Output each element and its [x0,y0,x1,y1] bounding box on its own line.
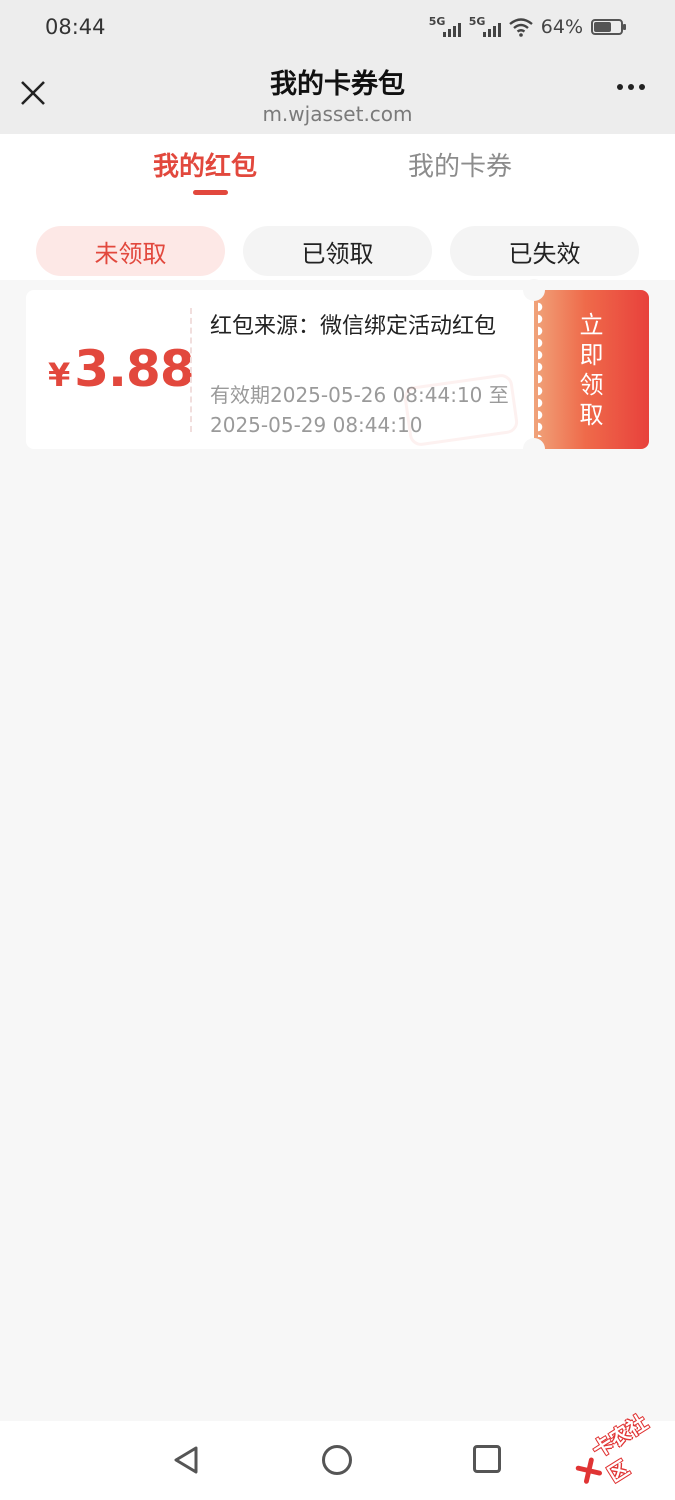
filter-bar: 未领取 已领取 已失效 [36,226,639,276]
battery-icon [591,19,626,35]
tab-bar: 我的红包 我的卡券 未领取 已领取 已失效 [0,134,675,280]
amount-value: 3.88 [74,340,194,398]
coupon-body: ¥ 3.88 红包来源：微信绑定活动红包 有效期2025-05-26 08:44… [26,290,534,449]
tab-active-indicator [193,190,228,195]
page-title: 我的卡券包 [270,69,405,100]
signal-icon-2: 5G [468,15,501,37]
page-url: m.wjasset.com [262,102,413,126]
tab-coupons[interactable]: 我的卡券 [408,146,512,183]
filter-expired[interactable]: 已失效 [450,226,639,276]
wifi-icon [509,18,533,37]
recent-apps-icon[interactable] [473,1445,501,1473]
coupon-source: 红包来源：微信绑定活动红包 [210,314,497,339]
home-icon[interactable] [322,1445,352,1475]
notch-top [523,279,545,301]
red-packet-card: ¥ 3.88 红包来源：微信绑定活动红包 有效期2025-05-26 08:44… [26,279,649,460]
scallop-edge [538,302,546,437]
notch-bottom [523,438,545,460]
claim-label: 立即领取 [579,310,604,429]
tab-red-packets[interactable]: 我的红包 [153,146,257,183]
claim-button[interactable]: 立即领取 [534,290,649,449]
battery-percent: 64% [540,16,583,38]
signal-icon: 5G [428,15,461,37]
back-icon[interactable] [172,1445,200,1475]
status-bar: 08:44 5G 5G 64% [0,0,675,54]
coupon-amount: ¥ 3.88 [48,340,195,398]
nav-bar: 我的卡券包 m.wjasset.com [0,54,675,134]
network-type-label-2: 5G [468,15,486,28]
filter-unclaimed[interactable]: 未领取 [36,226,225,276]
network-type-label: 5G [428,15,446,28]
filter-claimed[interactable]: 已领取 [243,226,432,276]
currency-symbol: ¥ [48,356,71,394]
divider [190,308,192,432]
more-icon[interactable] [617,84,645,90]
status-icons: 5G 5G 64% [428,15,626,38]
status-time: 08:44 [45,15,106,39]
